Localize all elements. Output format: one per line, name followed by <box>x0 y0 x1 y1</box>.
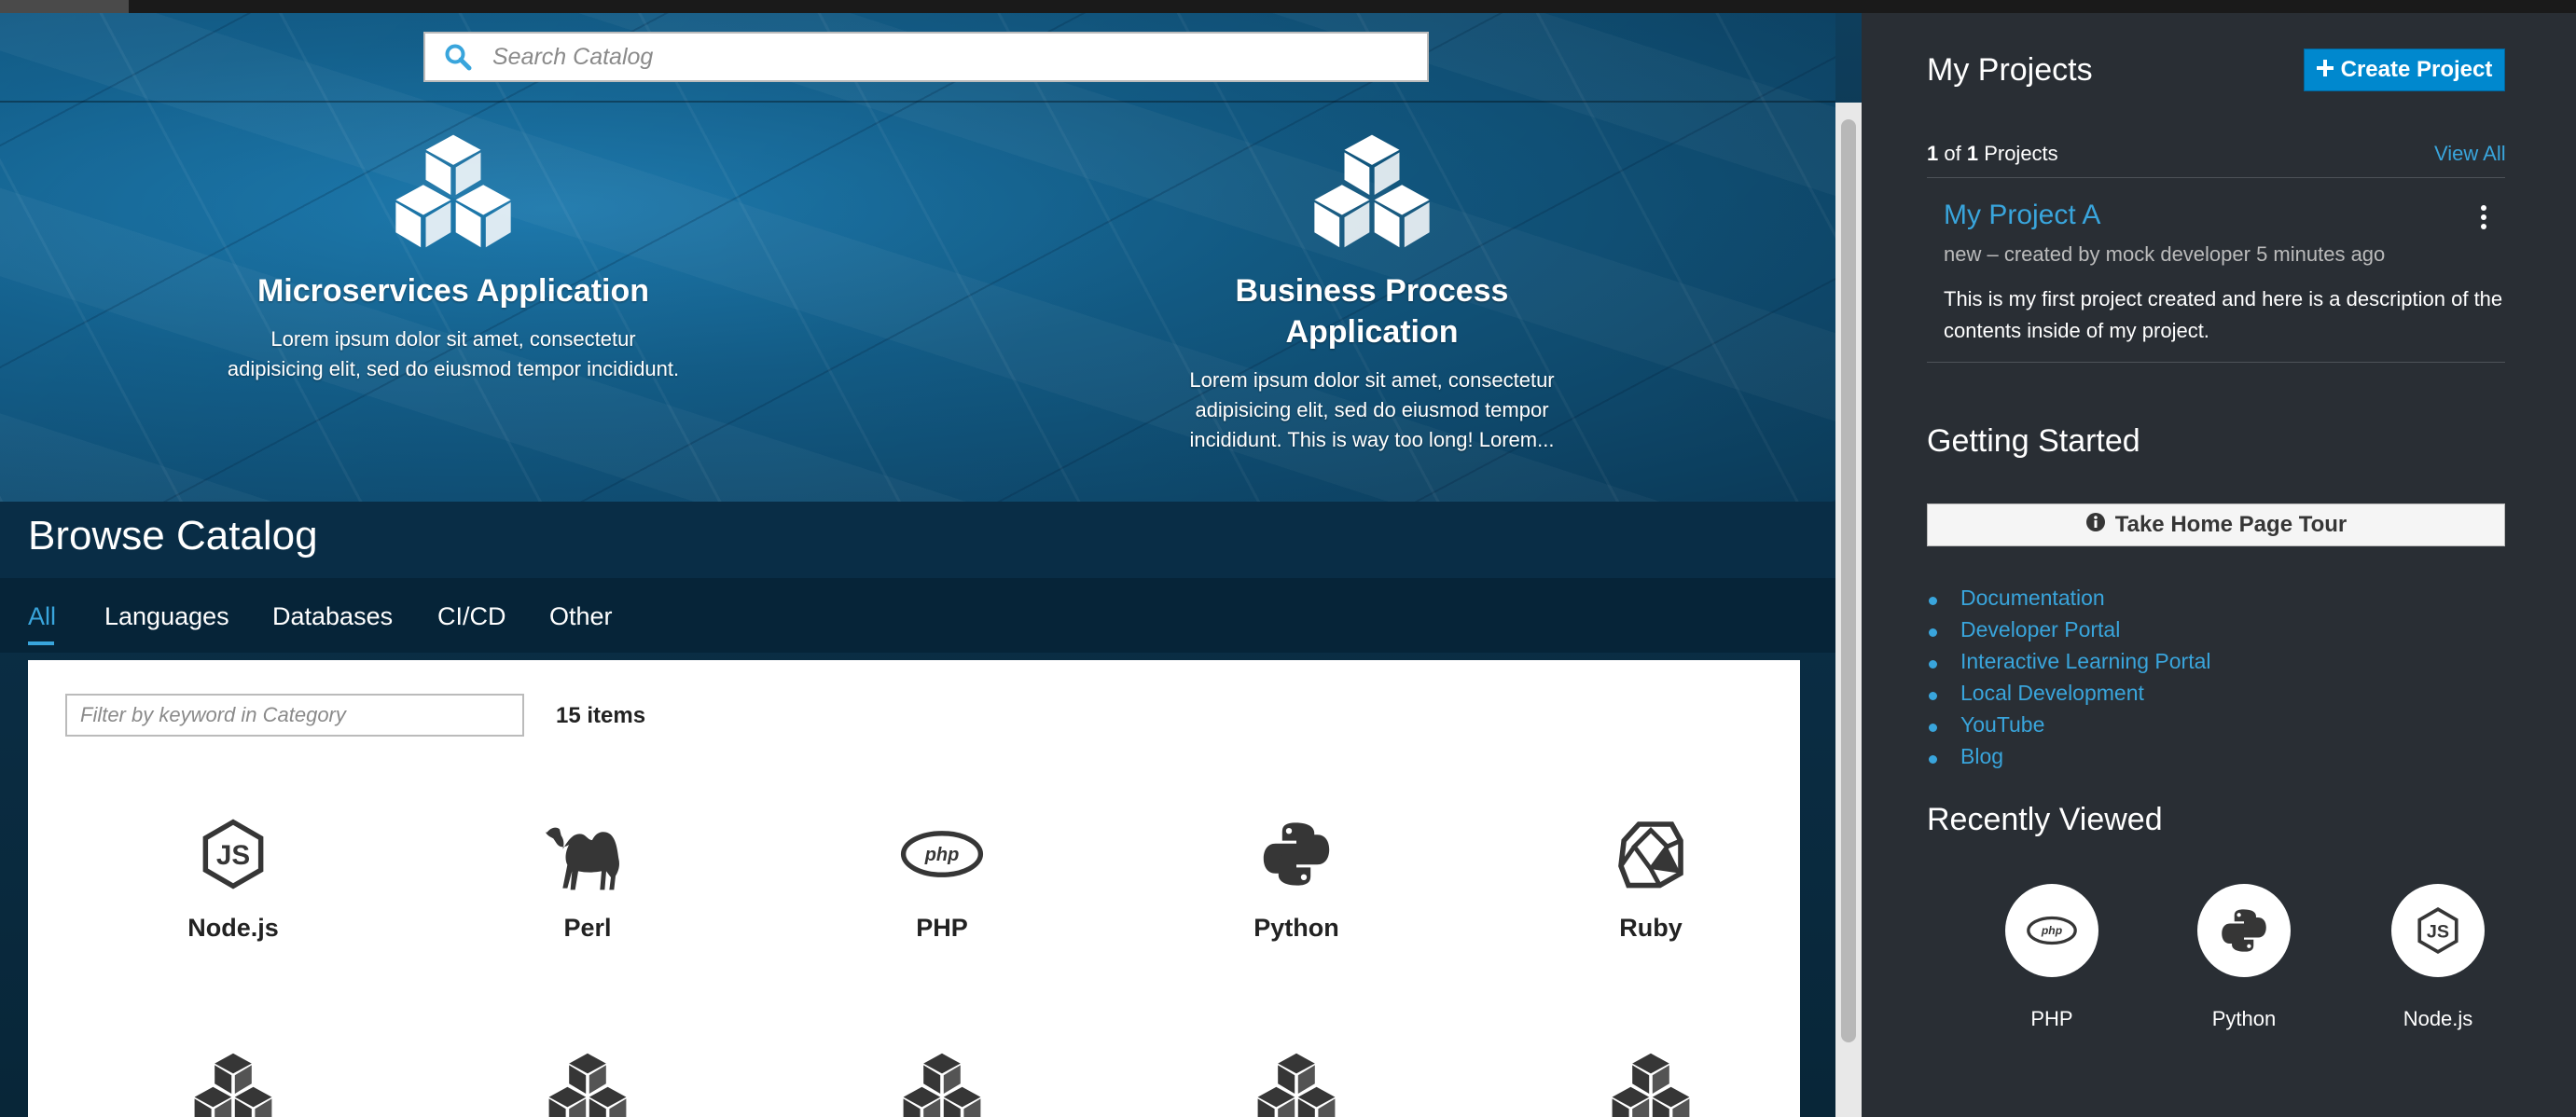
project-description: This is my first project created and her… <box>1944 287 2503 342</box>
link-local-development[interactable]: Local Development <box>1929 681 2211 712</box>
feature-title: Microservices Application <box>256 273 650 309</box>
python-icon <box>2219 905 2269 956</box>
catalog-item-label: Python <box>1253 914 1339 942</box>
filter-input[interactable] <box>78 696 511 735</box>
cubes-icon[interactable] <box>892 1052 992 1117</box>
catalog-item-ruby[interactable]: Ruby <box>1511 807 1791 943</box>
link-developer-portal[interactable]: Developer Portal <box>1929 617 2211 649</box>
getting-started-links: Documentation Developer Portal Interacti… <box>1927 586 2211 776</box>
recent-item-label: Node.js <box>2403 1007 2473 1030</box>
tab-all[interactable]: All <box>28 602 56 631</box>
recently-viewed-title: Recently Viewed <box>1927 802 2163 837</box>
main-content: Microservices Application Lorem ipsum do… <box>0 13 1862 1117</box>
tab-databases[interactable]: Databases <box>272 602 393 631</box>
create-project-label: Create Project <box>2340 57 2493 82</box>
top-bar-tab[interactable] <box>0 0 129 13</box>
php-icon <box>2026 915 2078 946</box>
view-all-link[interactable]: View All <box>2434 142 2506 166</box>
ruby-icon <box>1613 817 1688 891</box>
tab-languages[interactable]: Languages <box>104 602 229 631</box>
php-icon <box>899 828 985 880</box>
catalog-item-label: Ruby <box>1619 914 1683 942</box>
take-tour-label: Take Home Page Tour <box>2114 512 2347 537</box>
recent-item-nodejs[interactable]: Node.js <box>2363 884 2513 1031</box>
cubes-icon <box>378 132 529 257</box>
cubes-icon <box>1296 132 1447 257</box>
recent-item-python[interactable]: Python <box>2169 884 2319 1031</box>
hero-banner: Microservices Application Lorem ipsum do… <box>0 13 1835 502</box>
catalog-panel: 15 items Node.js Perl PHP Python Ruby <box>28 660 1800 1117</box>
divider <box>1927 177 2505 178</box>
right-sidebar: My Projects Create Project 1 of 1 Projec… <box>1862 13 2576 1117</box>
top-window-bar <box>0 0 2576 13</box>
my-projects-title: My Projects <box>1927 52 2093 88</box>
project-count: 1 of 1 Projects <box>1927 142 2058 165</box>
catalog-item-label: Perl <box>563 914 612 942</box>
catalog-item-label: Node.js <box>187 914 279 942</box>
create-project-button[interactable]: Create Project <box>2304 48 2505 91</box>
recent-item-label: PHP <box>2030 1007 2073 1030</box>
link-documentation[interactable]: Documentation <box>1929 586 2211 617</box>
recent-item-label: Python <box>2211 1007 2277 1030</box>
catalog-tabs: All Languages Databases CI/CD Other <box>0 578 1835 653</box>
perl-camel-icon <box>541 814 634 894</box>
catalog-item-python[interactable]: Python <box>1156 807 1436 943</box>
main-scrollbar[interactable] <box>1835 103 1862 1117</box>
python-icon <box>1259 817 1334 891</box>
search-icon <box>425 43 491 71</box>
cubes-icon[interactable] <box>537 1052 638 1117</box>
browse-catalog-title: Browse Catalog <box>28 513 318 558</box>
link-blog[interactable]: Blog <box>1929 744 2211 776</box>
nodejs-icon <box>2414 904 2462 957</box>
cubes-icon[interactable] <box>1600 1052 1701 1117</box>
cubes-icon[interactable] <box>183 1052 284 1117</box>
catalog-item-perl[interactable]: Perl <box>448 807 727 943</box>
item-count: 15 items <box>556 703 646 728</box>
kebab-menu-icon[interactable] <box>2481 205 2488 233</box>
link-interactive-learning-portal[interactable]: Interactive Learning Portal <box>1929 649 2211 681</box>
cubes-icon[interactable] <box>1246 1052 1347 1117</box>
recent-item-php[interactable]: PHP <box>1977 884 2126 1031</box>
feature-description: Lorem ipsum dolor sit amet, consectetur … <box>1189 368 1555 451</box>
catalog-item-label: PHP <box>916 914 968 942</box>
link-youtube[interactable]: YouTube <box>1929 712 2211 744</box>
tab-ci-cd[interactable]: CI/CD <box>437 602 506 631</box>
plus-icon <box>2316 57 2334 83</box>
search-catalog[interactable] <box>423 32 1429 82</box>
scrollbar-thumb[interactable] <box>1841 119 1856 1042</box>
feature-description: Lorem ipsum dolor sit amet, consectetur … <box>227 327 680 380</box>
tab-other[interactable]: Other <box>549 602 613 631</box>
feature-tile-microservices[interactable]: Microservices Application Lorem ipsum do… <box>220 132 686 384</box>
project-name-link[interactable]: My Project A <box>1944 200 2100 231</box>
take-tour-button[interactable]: Take Home Page Tour <box>1927 503 2505 546</box>
nodejs-icon <box>197 815 270 893</box>
project-meta: new – created by mock developer 5 minute… <box>1944 242 2386 266</box>
getting-started-title: Getting Started <box>1927 423 2140 459</box>
hero-divider <box>0 101 1835 103</box>
catalog-item-nodejs[interactable]: Node.js <box>93 807 373 943</box>
feature-tile-business-process[interactable]: Business Process Application Lorem ipsum… <box>1162 132 1582 455</box>
feature-title: Business Process Application <box>1235 273 1509 350</box>
info-icon <box>2085 512 2106 539</box>
catalog-item-php[interactable]: PHP <box>802 807 1082 943</box>
filter-field[interactable] <box>65 694 524 737</box>
search-input[interactable] <box>491 42 1334 72</box>
active-tab-indicator <box>28 641 54 645</box>
divider <box>1927 362 2505 363</box>
